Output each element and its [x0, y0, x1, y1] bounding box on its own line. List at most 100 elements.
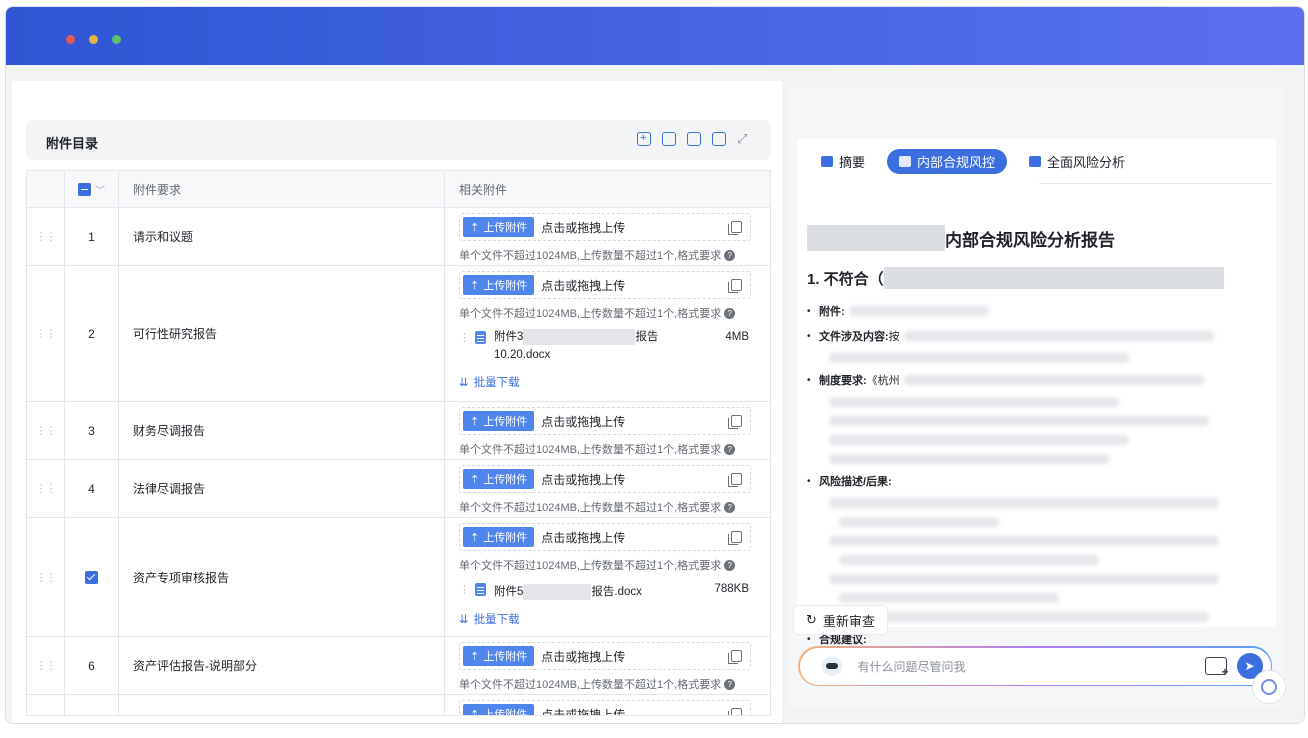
help-icon[interactable]: ? [724, 559, 736, 571]
table-row: ⋮⋮ 6 资产评估报告-说明部分 ⇡ 上传附件 点击或拖拽上传 单个文件不超过10… [27, 637, 770, 695]
row-index: 6 [65, 637, 119, 694]
help-icon[interactable]: ? [724, 307, 736, 319]
copy-icon[interactable] [728, 708, 742, 715]
drag-hint: 点击或拖拽上传 [541, 530, 626, 545]
upload-button[interactable]: ⇡ 上传附件 [463, 275, 535, 295]
attachment-panel: 附件目录 + ⤢ ﹀ 附件要求 相关附件 ⋮⋮ 1 请示和议题 ⇡ 上传附件 点… [12, 81, 782, 723]
help-icon[interactable]: ? [724, 249, 736, 261]
attached-file[interactable]: ⋮⋮ 附件5 报告.docx 788KB [459, 583, 749, 601]
help-icon[interactable]: ? [724, 678, 736, 690]
add-icon[interactable]: + [637, 132, 651, 146]
chat-input[interactable]: 有什么问题尽管问我 [858, 658, 1205, 675]
copy-icon[interactable] [728, 650, 742, 664]
assistant-icon [1261, 679, 1277, 695]
chevron-down-icon[interactable]: ﹀ [95, 182, 105, 197]
compliance-icon [899, 156, 912, 167]
document-icon [475, 583, 486, 596]
upload-icon: ⇡ [470, 473, 480, 486]
drag-handle-icon[interactable]: ⋮⋮ [27, 402, 65, 459]
drag-hint: 点击或拖拽上传 [541, 472, 626, 487]
copy-icon[interactable] [687, 132, 701, 146]
checked-icon [85, 570, 98, 584]
drag-handle-icon[interactable]: ⋮⋮ [27, 266, 65, 401]
column-header-requirement: 附件要求 [119, 171, 445, 207]
attachment-table: ﹀ 附件要求 相关附件 ⋮⋮ 1 请示和议题 ⇡ 上传附件 点击或拖拽上传 单个… [26, 170, 771, 716]
upload-dropzone[interactable]: ⇡ 上传附件 点击或拖拽上传 [459, 465, 751, 493]
upload-dropzone[interactable]: ⇡ 上传附件 点击或拖拽上传 [459, 213, 751, 241]
drag-handle-icon[interactable]: ⋮⋮ [459, 583, 481, 596]
attached-file[interactable]: ⋮⋮ 附件3 报告 10.20.docx 4MB [459, 328, 749, 364]
expand-icon[interactable]: ⤢ [737, 132, 751, 146]
drag-hint: 点击或拖拽上传 [541, 414, 626, 429]
import-icon[interactable] [662, 132, 676, 146]
upload-icon: ⇡ [470, 708, 480, 716]
tab-summary[interactable]: 摘要 [809, 149, 878, 174]
table-row: ⇡ 上传附件 点击或拖拽上传 [27, 695, 770, 716]
drag-handle-icon[interactable]: ⋮⋮ [27, 460, 65, 517]
list-item: • 文件涉及内容: 按 [807, 328, 1247, 344]
row-checkbox[interactable] [65, 518, 119, 636]
list-item: • 附件: [807, 303, 1247, 319]
section-heading: 1. 不符合（ [807, 267, 1247, 289]
help-icon[interactable]: ? [724, 443, 736, 455]
download-list-icon: ⇊ [459, 377, 469, 389]
tab-internal-compliance[interactable]: 内部合规风控 [887, 149, 1008, 174]
batch-download-link[interactable]: ⇊ 批量下载 [459, 611, 520, 627]
redacted-text [523, 583, 592, 600]
select-all-checkbox[interactable]: ﹀ [65, 171, 119, 207]
requirement-name: 财务尽调报告 [119, 402, 445, 459]
redacted-text [883, 267, 1224, 289]
requirement-name: 请示和议题 [119, 208, 445, 265]
minimize-window-button[interactable] [89, 35, 98, 44]
upload-button[interactable]: ⇡ 上传附件 [463, 646, 535, 666]
main-content: 附件目录 + ⤢ ﹀ 附件要求 相关附件 ⋮⋮ 1 请示和议题 ⇡ 上传附件 点… [6, 65, 1304, 723]
upload-limit-hint: 单个文件不超过1024MB,上传数量不超过1个,格式要求? [459, 676, 736, 692]
upload-dropzone[interactable]: ⇡ 上传附件 点击或拖拽上传 [459, 642, 751, 670]
help-icon[interactable]: ? [724, 501, 736, 513]
close-window-button[interactable] [66, 35, 75, 44]
upload-limit-hint: 单个文件不超过1024MB,上传数量不超过1个,格式要求? [459, 557, 736, 573]
table-row: ⋮⋮ 3 财务尽调报告 ⇡ 上传附件 点击或拖拽上传 单个文件不超过1024MB,… [27, 402, 770, 460]
redacted-text [523, 328, 636, 345]
upload-dropzone[interactable]: ⇡ 上传附件 点击或拖拽上传 [459, 271, 751, 299]
review-tabs: 摘要 内部合规风控 全面风险分析 [809, 149, 1138, 174]
upload-button[interactable]: ⇡ 上传附件 [463, 704, 535, 716]
copy-icon[interactable] [728, 531, 742, 545]
copy-icon[interactable] [728, 473, 742, 487]
directory-toolbar: + ⤢ [637, 132, 751, 146]
maximize-window-button[interactable] [112, 35, 121, 44]
copy-icon[interactable] [728, 415, 742, 429]
file-name-suffix: 报告.docx [591, 586, 642, 598]
recheck-button[interactable]: ↻ 重新审查 [793, 605, 888, 635]
upload-dropzone[interactable]: ⇡ 上传附件 点击或拖拽上传 [459, 700, 751, 716]
drag-handle-icon[interactable]: ⋮⋮ [27, 208, 65, 265]
list-item: • 风险描述/后果: [807, 475, 892, 489]
table-header: ﹀ 附件要求 相关附件 [27, 171, 770, 208]
copy-icon[interactable] [728, 279, 742, 293]
file-size: 4MB [725, 331, 749, 343]
upload-icon: ⇡ [470, 279, 480, 292]
drag-handle-icon[interactable]: ⋮⋮ [27, 637, 65, 694]
upload-dropzone[interactable]: ⇡ 上传附件 点击或拖拽上传 [459, 407, 751, 435]
partial-check-icon [78, 182, 91, 196]
batch-download-link[interactable]: ⇊ 批量下载 [459, 374, 520, 390]
row-index: 1 [65, 208, 119, 265]
requirement-name: 资产专项审核报告 [119, 518, 445, 636]
upload-button[interactable]: ⇡ 上传附件 [463, 469, 535, 489]
upload-button[interactable]: ⇡ 上传附件 [463, 217, 535, 237]
redacted-text [807, 225, 945, 251]
copy-icon[interactable] [728, 221, 742, 235]
file-name-prefix: 附件5 [494, 586, 524, 598]
upload-button[interactable]: ⇡ 上传附件 [463, 411, 535, 431]
tab-full-risk-analysis[interactable]: 全面风险分析 [1017, 149, 1138, 174]
upload-icon: ⇡ [470, 221, 480, 234]
drag-handle-icon[interactable]: ⋮⋮ [459, 331, 481, 344]
floating-assistant-button[interactable] [1252, 670, 1286, 704]
edit-icon[interactable] [712, 132, 726, 146]
upload-dropzone[interactable]: ⇡ 上传附件 点击或拖拽上传 [459, 523, 751, 551]
table-row: ⋮⋮ 1 请示和议题 ⇡ 上传附件 点击或拖拽上传 单个文件不超过1024MB,上… [27, 208, 770, 266]
column-header-related: 相关附件 [459, 182, 508, 197]
add-folder-icon[interactable] [1204, 657, 1229, 679]
drag-handle-icon[interactable]: ⋮⋮ [27, 518, 65, 636]
upload-button[interactable]: ⇡ 上传附件 [463, 527, 535, 547]
